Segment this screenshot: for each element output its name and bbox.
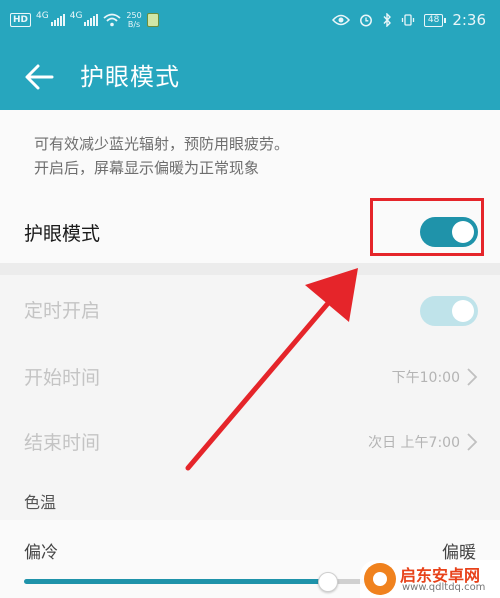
color-temp-title: 色温 [24, 493, 57, 512]
schedule-toggle[interactable] [420, 296, 478, 326]
eye-icon [331, 14, 350, 26]
description: 可有效减少蓝光辐射，预防用眼疲劳。 开启后，屏幕显示偏暖为正常现象 [34, 132, 289, 180]
annotation-highlight-box [370, 198, 484, 256]
status-right: 48 2:36 [331, 11, 486, 29]
status-bar: HD 4G 4G 250 B/s 48 2:36 [0, 0, 500, 42]
signal-icon-2 [84, 14, 99, 26]
color-temp-slider-fill[interactable] [24, 579, 334, 584]
watermark: 启东安卓网 www.qdltdq.com [360, 560, 500, 598]
signal-icon [50, 14, 65, 26]
schedule-label: 定时开启 [24, 300, 101, 322]
watermark-logo-icon [364, 563, 396, 595]
eye-mode-label: 护眼模式 [24, 223, 101, 245]
wifi-icon [103, 13, 122, 27]
speed-value: 250 [126, 11, 142, 20]
start-time-value: 下午10:00 [391, 370, 460, 386]
network-type-2: 4G [69, 11, 83, 21]
app-header: HD 4G 4G 250 B/s 48 2:36 护眼模式 [0, 0, 500, 110]
watermark-url: www.qdltdq.com [402, 582, 486, 593]
network-type-1: 4G [36, 11, 49, 21]
end-time-row[interactable]: 结束时间 次日 上午7:00 [0, 410, 500, 474]
network-speed: 250 B/s [126, 11, 141, 29]
description-line-1: 可有效减少蓝光辐射，预防用眼疲劳。 [34, 135, 290, 153]
section-divider [0, 263, 500, 275]
alarm-icon [359, 14, 372, 27]
hd-badge: HD [10, 13, 32, 27]
start-time-label: 开始时间 [24, 367, 101, 389]
page-title: 护眼模式 [80, 63, 180, 91]
schedule-row[interactable]: 定时开启 [0, 280, 500, 344]
speed-unit: B/s [127, 20, 141, 29]
toggle-knob [452, 300, 474, 322]
battery-icon: 48 [423, 13, 447, 27]
end-time-label: 结束时间 [24, 432, 101, 454]
chevron-right-icon [467, 433, 478, 451]
status-left: HD 4G 4G 250 B/s [10, 11, 159, 29]
color-temp-slider-thumb[interactable] [318, 572, 338, 592]
start-time-row[interactable]: 开始时间 下午10:00 [0, 345, 500, 409]
back-arrow-icon[interactable] [22, 60, 56, 94]
bluetooth-icon [383, 13, 391, 27]
clock: 2:36 [452, 11, 486, 29]
cool-label: 偏冷 [24, 543, 58, 563]
end-time-value: 次日 上午7:00 [368, 435, 460, 451]
description-line-2: 开启后，屏幕显示偏暖为正常现象 [34, 159, 260, 177]
sim-icon [146, 13, 159, 27]
vibrate-icon [401, 14, 415, 26]
chevron-right-icon [467, 368, 478, 386]
